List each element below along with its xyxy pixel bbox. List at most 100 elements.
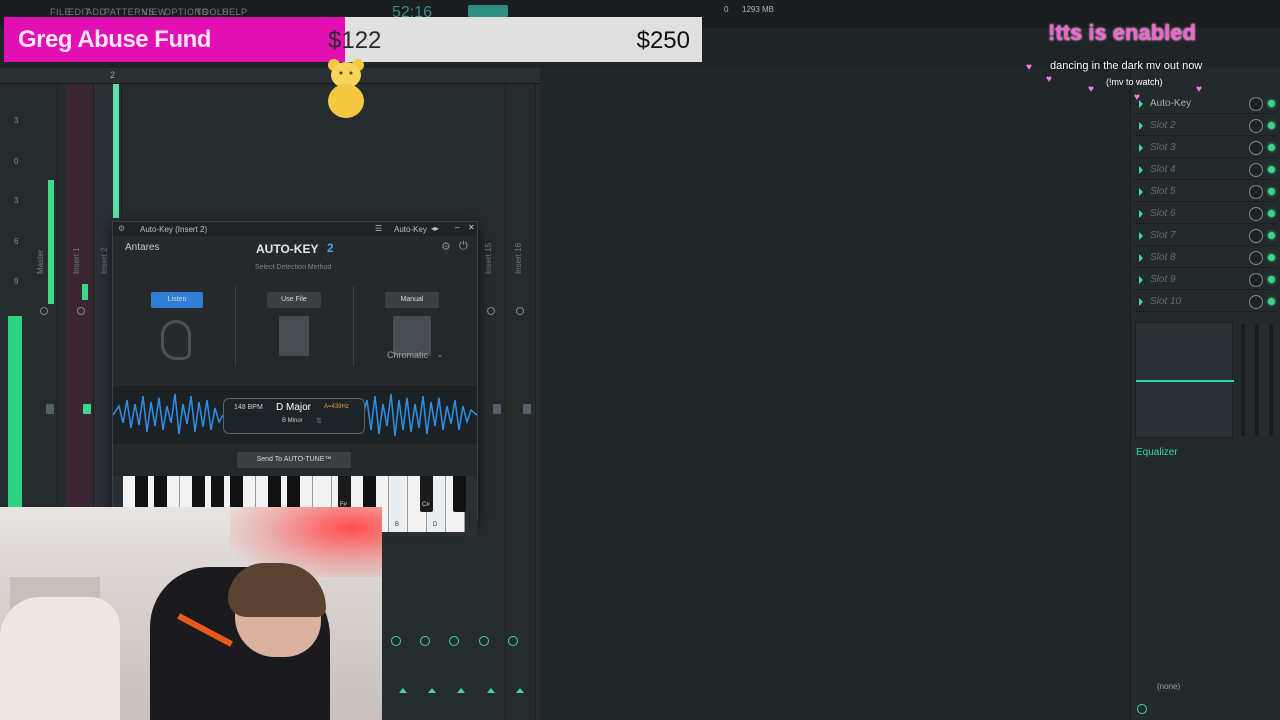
effect-slot-4[interactable]: Slot 4: [1135, 160, 1277, 180]
power-icon[interactable]: ⏻: [459, 240, 468, 253]
piano-key-b[interactable]: B: [389, 476, 408, 532]
slot-arrow-icon: [1139, 254, 1143, 262]
donation-title: Greg Abuse Fund: [18, 26, 211, 53]
effect-slot-5[interactable]: Slot 5: [1135, 182, 1277, 202]
effect-slot-6[interactable]: Slot 6: [1135, 204, 1277, 224]
slot-mix-knob[interactable]: [1249, 185, 1263, 199]
slot-mix-knob[interactable]: [1249, 141, 1263, 155]
effect-slot-10[interactable]: Slot 10: [1135, 292, 1277, 312]
slot-enable-led[interactable]: [1268, 232, 1275, 239]
effect-slot-1[interactable]: Auto-Key: [1135, 94, 1277, 114]
product-title: AUTO-KEY: [256, 242, 319, 256]
slot-enable-led[interactable]: [1268, 166, 1275, 173]
tts-alert: !tts is enabled: [1048, 20, 1196, 45]
gear-icon[interactable]: ⚙: [118, 224, 125, 233]
bar-number: 2: [110, 70, 116, 80]
send-knob[interactable]: [479, 636, 489, 646]
slot-label: Slot 10: [1150, 296, 1182, 307]
tuning-readout: A=439Hz: [324, 404, 349, 410]
piano-black-key-csharp[interactable]: C#: [420, 476, 433, 512]
heart-icon: ♥: [1046, 74, 1052, 85]
close-icon[interactable]: ✕: [468, 223, 475, 232]
slot-enable-led[interactable]: [1268, 254, 1275, 261]
eq-band-slider[interactable]: [1269, 324, 1273, 436]
manual-button[interactable]: Manual: [385, 292, 439, 308]
use-file-button[interactable]: Use File: [267, 292, 321, 308]
route-arrow-icon[interactable]: [399, 688, 407, 693]
slot-mix-knob[interactable]: [1249, 251, 1263, 265]
slot-arrow-icon: [1139, 166, 1143, 174]
slot-mix-knob[interactable]: [1249, 273, 1263, 287]
effect-slot-3[interactable]: Slot 3: [1135, 138, 1277, 158]
preset-name[interactable]: Auto-Key: [394, 225, 427, 234]
piano-black-key[interactable]: [453, 476, 466, 512]
pan-knob[interactable]: [77, 307, 85, 315]
scale-select[interactable]: Chromatic: [387, 350, 428, 360]
slot-mix-knob[interactable]: [1249, 229, 1263, 243]
pattern-button[interactable]: [468, 5, 508, 17]
route-arrow-icon[interactable]: [457, 688, 465, 693]
eq-graph[interactable]: [1135, 322, 1234, 438]
brand-logo: Antares: [125, 242, 160, 253]
send-knob[interactable]: [508, 636, 518, 646]
webcam-chair: [0, 597, 120, 720]
pan-knob[interactable]: [516, 307, 524, 315]
volume-fader[interactable]: [83, 404, 91, 414]
slot-enable-led[interactable]: [1268, 122, 1275, 129]
menu-icon[interactable]: ☰: [375, 224, 382, 233]
eq-band-slider[interactable]: [1241, 324, 1245, 436]
preset-nav-icon[interactable]: ◂▸: [431, 224, 439, 233]
plugin-window-auto-key[interactable]: ⚙ Auto-Key (Insert 2) ☰ Auto-Key ◂▸ – ✕ …: [112, 221, 478, 536]
pan-knob[interactable]: [40, 307, 48, 315]
mixer-strip-insert-16[interactable]: Insert 16: [508, 84, 536, 720]
send-knob[interactable]: [449, 636, 459, 646]
minimize-icon[interactable]: –: [455, 223, 459, 232]
effect-slot-2[interactable]: Slot 2: [1135, 116, 1277, 136]
volume-fader[interactable]: [523, 404, 531, 414]
swap-icon[interactable]: ⇅: [316, 417, 322, 425]
slot-enable-led[interactable]: [1268, 276, 1275, 283]
mv-announcement: dancing in the dark mv out now: [1050, 60, 1203, 72]
heart-icon: ♥: [1196, 84, 1202, 95]
send-knob[interactable]: [391, 636, 401, 646]
effect-slot-8[interactable]: Slot 8: [1135, 248, 1277, 268]
settings-icon[interactable]: ⚙: [441, 240, 451, 253]
slot-mix-knob[interactable]: [1249, 119, 1263, 133]
slot-arrow-icon: [1139, 232, 1143, 240]
strip-label: Insert 16: [514, 242, 523, 274]
strip-label: Insert 15: [484, 242, 493, 274]
mixer-timebar: 2: [0, 68, 540, 84]
route-arrow-icon[interactable]: [516, 688, 524, 693]
pan-knob[interactable]: [487, 307, 495, 315]
slot-mix-knob[interactable]: [1249, 207, 1263, 221]
detection-method-label: Select Detection Method: [255, 264, 332, 271]
slot-mix-knob[interactable]: [1249, 163, 1263, 177]
output-select[interactable]: (none): [1157, 682, 1180, 691]
send-to-autotune-button[interactable]: Send To AUTO-TUNE™: [237, 452, 351, 468]
slot-mix-knob[interactable]: [1249, 97, 1263, 111]
listen-button[interactable]: Listen: [151, 292, 203, 308]
slot-arrow-icon: [1139, 144, 1143, 152]
send-knob[interactable]: [420, 636, 430, 646]
slot-enable-led[interactable]: [1268, 298, 1275, 305]
volume-fader[interactable]: [46, 404, 54, 414]
heart-icon: ♥: [1134, 92, 1140, 103]
slot-mix-knob[interactable]: [1249, 295, 1263, 309]
ear-icon: [161, 320, 191, 360]
volume-fader[interactable]: [493, 404, 501, 414]
chevron-down-icon: ⌄: [437, 352, 443, 359]
slot-enable-led[interactable]: [1268, 210, 1275, 217]
slot-enable-led[interactable]: [1268, 188, 1275, 195]
plugin-titlebar[interactable]: ⚙ Auto-Key (Insert 2) ☰ Auto-Key ◂▸ – ✕: [113, 222, 477, 236]
effect-slot-9[interactable]: Slot 9: [1135, 270, 1277, 290]
key-label: C#: [422, 502, 430, 508]
route-arrow-icon[interactable]: [487, 688, 495, 693]
route-arrow-icon[interactable]: [428, 688, 436, 693]
slot-enable-led[interactable]: [1268, 144, 1275, 151]
mixer-strip-insert-15[interactable]: Insert 15: [478, 84, 506, 720]
output-icon[interactable]: [1137, 704, 1147, 714]
eq-band-slider[interactable]: [1255, 324, 1259, 436]
effect-slot-7[interactable]: Slot 7: [1135, 226, 1277, 246]
slot-enable-led[interactable]: [1268, 100, 1275, 107]
menu-help[interactable]: HELP: [222, 7, 248, 17]
